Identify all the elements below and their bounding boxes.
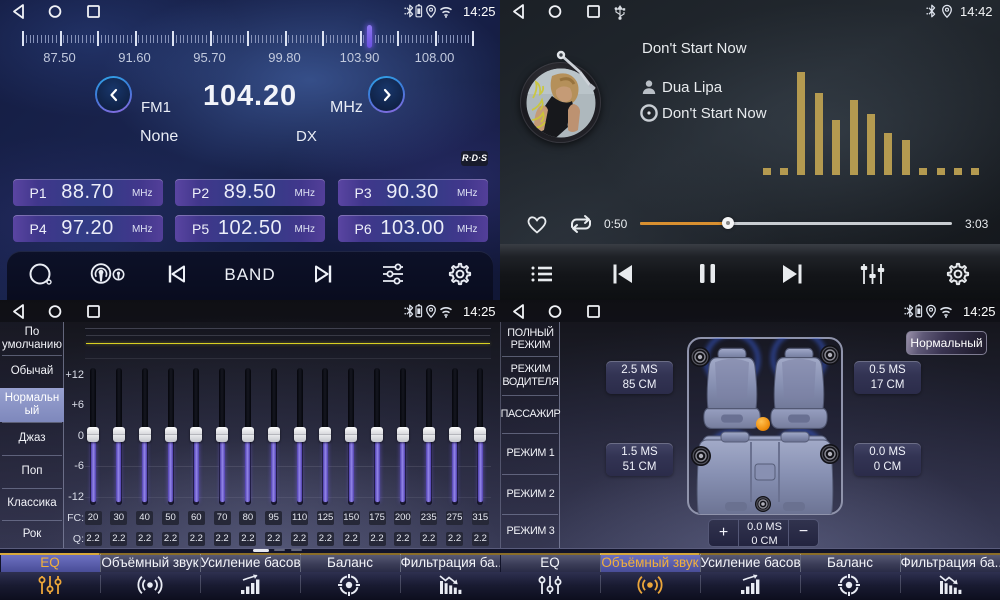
svg-text:BAND: BAND	[224, 265, 275, 284]
